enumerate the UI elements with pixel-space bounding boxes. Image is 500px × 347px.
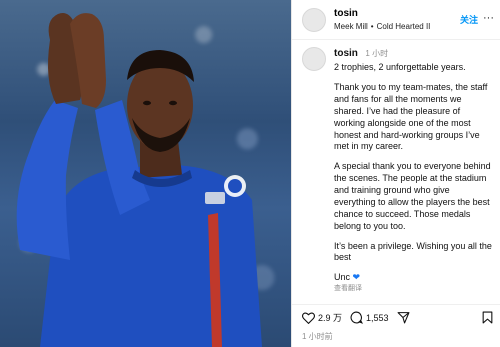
like-count: 2.9 万 (318, 313, 343, 323)
caption-paragraph-3: A special thank you to everyone behind t… (334, 161, 491, 231)
caption-body: tosin 1 小时 2 trophies, 2 unforgettable y… (334, 47, 493, 293)
caption-signoff-line: Unc ❤ (334, 272, 493, 284)
caption-username[interactable]: tosin (334, 48, 358, 59)
music-separator: • (370, 21, 374, 31)
action-bar-right (482, 311, 493, 324)
caption-paragraph-2: Thank you to my team-mates, the staff an… (334, 82, 488, 152)
follow-button[interactable]: 关注 (460, 13, 478, 26)
caption-paragraph-1: 2 trophies, 2 unforgettable years. (334, 62, 466, 73)
comment-icon[interactable] (350, 311, 364, 324)
caption-signoff: Unc (334, 272, 351, 283)
caption-author-avatar[interactable] (302, 47, 326, 71)
like-action[interactable]: 2.9 万 (302, 311, 342, 324)
blue-heart-emoji-icon: ❤ (352, 272, 361, 283)
music-track: Cold Hearted II (376, 21, 431, 31)
music-info[interactable]: Meek Mill • Cold Hearted II (334, 22, 430, 31)
music-artist: Meek Mill (334, 21, 368, 31)
share-icon[interactable] (397, 311, 410, 324)
action-bar: 2.9 万 1,553 (292, 304, 500, 330)
more-options-icon[interactable]: ··· (483, 12, 494, 24)
see-translation-link[interactable]: 查看翻译 (334, 284, 493, 293)
header-username[interactable]: tosin (334, 8, 430, 20)
header-text: tosin Meek Mill • Cold Hearted II (334, 8, 430, 31)
post-timestamp: 1 小时前 (302, 332, 333, 341)
author-avatar[interactable] (302, 7, 326, 32)
instagram-post-frame: tosin Meek Mill • Cold Hearted II 关注 ···… (0, 0, 500, 347)
bookmark-icon[interactable] (482, 311, 493, 324)
post-header: tosin Meek Mill • Cold Hearted II 关注 ··· (292, 0, 500, 40)
comment-action[interactable]: 1,553 (350, 311, 389, 324)
caption-area: tosin 1 小时 2 trophies, 2 unforgettable y… (292, 41, 500, 302)
caption-paragraph-4: It’s been a privilege. Wishing you all t… (334, 240, 492, 263)
heart-icon[interactable] (302, 312, 315, 324)
post-photo[interactable] (0, 0, 291, 347)
caption-title-line: tosin 1 小时 (334, 47, 493, 60)
post-side-panel: tosin Meek Mill • Cold Hearted II 关注 ···… (291, 0, 500, 347)
caption-time: 1 小时 (365, 49, 389, 58)
player-illustration (16, 13, 262, 347)
comment-count: 1,553 (366, 312, 389, 323)
caption-block: tosin 1 小时 2 trophies, 2 unforgettable y… (302, 47, 493, 293)
share-action[interactable] (397, 311, 413, 324)
